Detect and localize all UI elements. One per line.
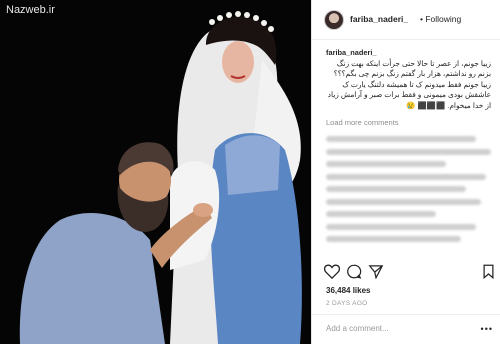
likes-count[interactable]: 36,484 likes [326,286,370,295]
load-more-comments-link[interactable]: Load more comments [326,118,399,127]
add-comment-bar: Add a comment... ••• [312,314,500,344]
list-item [326,221,491,234]
follow-separator: • [420,14,423,24]
post-caption: fariba_naderi_ زیبا جونم، از عصر تا حالا… [326,48,491,111]
add-comment-input[interactable]: Add a comment... [326,324,389,333]
bookmark-icon[interactable] [482,264,495,284]
comments-list [326,133,491,246]
list-item [326,158,491,171]
more-options-icon[interactable]: ••• [481,324,493,334]
list-item [326,171,491,184]
heart-icon[interactable] [323,264,341,284]
list-item [326,233,491,246]
following-button[interactable]: • Following [420,14,461,24]
list-item [326,146,491,159]
header-username[interactable]: fariba_naderi_ [350,14,408,24]
caption-username[interactable]: fariba_naderi_ [326,48,491,59]
watermark-text: Nazweb.ir [6,4,55,16]
avatar[interactable] [324,10,344,30]
list-item [326,208,491,221]
list-item [326,133,491,146]
following-label[interactable]: Following [425,14,461,24]
post-photo[interactable]: Nazweb.ir [0,0,311,344]
caption-text: زیبا جونم، از عصر تا حالا حتی جرأت اینکه… [327,58,491,110]
post-header: fariba_naderi_ • Following [312,0,500,40]
list-item [326,196,491,209]
post-side-panel: fariba_naderi_ • Following fariba_naderi… [311,0,500,344]
photo-illustration [19,11,302,344]
post-date: 2 DAYS AGO [326,300,368,307]
list-item [326,183,491,196]
comment-icon[interactable] [346,264,362,284]
share-icon[interactable] [368,264,384,284]
